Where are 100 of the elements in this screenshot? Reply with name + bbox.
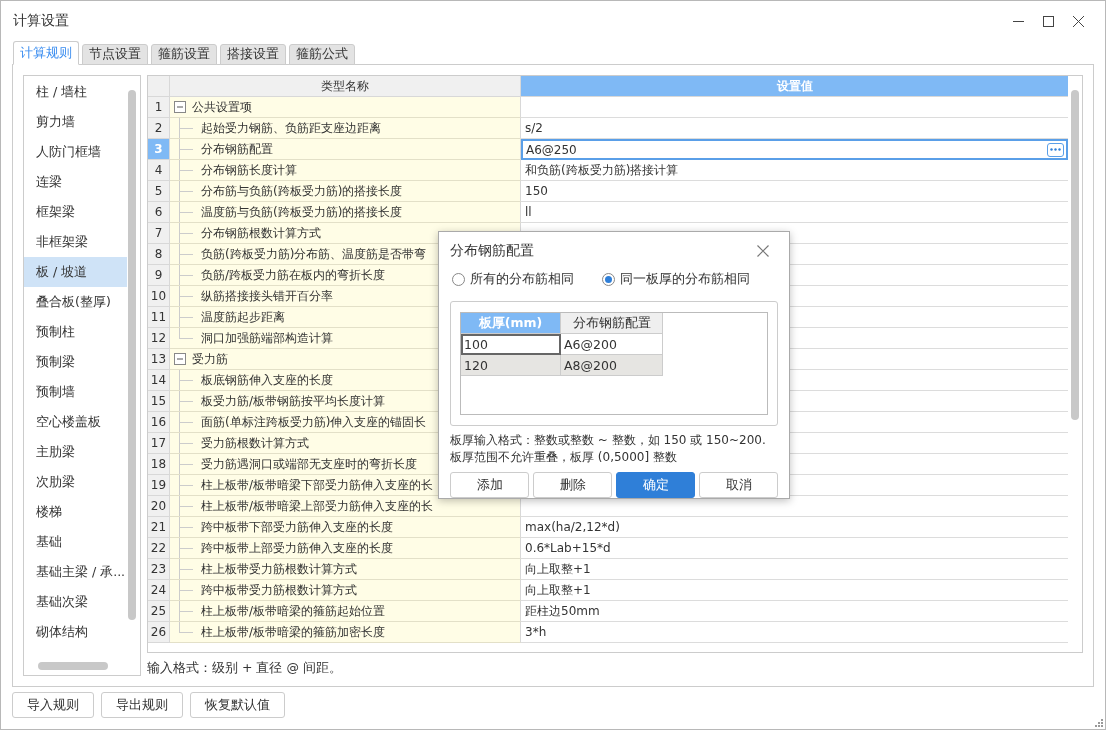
setting-value[interactable]: 和负筋(跨板受力筋)搭接计算 xyxy=(525,161,679,179)
row-number: 6 xyxy=(148,202,170,223)
row-number: 21 xyxy=(148,517,170,538)
tab[interactable]: 节点设置 xyxy=(82,44,148,65)
grid-cell[interactable]: 100 xyxy=(461,334,561,355)
row-number: 10 xyxy=(148,286,170,307)
column-header: 类型名称 xyxy=(170,76,521,97)
row-number: 11 xyxy=(148,307,170,328)
category-item[interactable]: 连梁 xyxy=(24,167,127,197)
category-item[interactable]: 框架梁 xyxy=(24,197,127,227)
setting-name: 面筋(单标注跨板受力筋)伸入支座的锚固长 xyxy=(201,413,427,431)
setting-name: 洞口加强筋端部构造计算 xyxy=(201,329,333,347)
dialog-button[interactable]: 添加 xyxy=(450,472,529,498)
category-item[interactable]: 空心楼盖板 xyxy=(24,407,127,437)
category-item[interactable]: 基础次梁 xyxy=(24,587,127,617)
category-item[interactable]: 预制墙 xyxy=(24,377,127,407)
setting-value[interactable]: 距柱边50mm xyxy=(525,602,600,620)
row-number: 7 xyxy=(148,223,170,244)
action-button[interactable]: 导出规则 xyxy=(101,692,183,718)
category-item[interactable]: 剪力墙 xyxy=(24,107,127,137)
scrollbar-thumb[interactable] xyxy=(38,662,108,670)
row-number: 17 xyxy=(148,433,170,454)
setting-name: 受力筋遇洞口或端部无支座时的弯折长度 xyxy=(201,455,417,473)
category-item[interactable]: 砌体结构 xyxy=(24,617,127,647)
setting-name: 跨中板带上部受力筋伸入支座的长度 xyxy=(201,539,393,557)
row-number: 9 xyxy=(148,265,170,286)
group-name: 受力筋 xyxy=(192,350,228,368)
close-icon[interactable] xyxy=(1072,15,1084,27)
setting-name: 温度筋与负筋(跨板受力筋)的搭接长度 xyxy=(201,203,403,221)
ellipsis-icon[interactable] xyxy=(1050,148,1061,151)
scrollbar-thumb[interactable] xyxy=(128,90,136,620)
column-header: 分布钢筋配置 xyxy=(561,313,663,334)
setting-value[interactable]: 向上取整+1 xyxy=(525,581,591,599)
radio-button[interactable] xyxy=(602,272,615,286)
tab[interactable]: 箍筋设置 xyxy=(151,44,217,65)
category-item[interactable]: 柱 / 墙柱 xyxy=(24,77,127,107)
column-header: 设置值 xyxy=(521,76,1068,97)
setting-value[interactable]: 0.6*Lab+15*d xyxy=(525,541,611,555)
category-item[interactable]: 基础主梁 / 承... xyxy=(24,557,127,587)
setting-name: 柱上板带受力筋根数计算方式 xyxy=(201,560,357,578)
tab[interactable]: 搭接设置 xyxy=(220,44,286,65)
dialog-button[interactable]: 取消 xyxy=(699,472,778,498)
row-number: 13 xyxy=(148,349,170,370)
grid-cell[interactable]: A8@200 xyxy=(561,355,663,376)
radio-button[interactable] xyxy=(452,272,465,286)
category-item[interactable]: 预制梁 xyxy=(24,347,127,377)
row-number: 22 xyxy=(148,538,170,559)
setting-value[interactable]: 3*h xyxy=(525,625,547,639)
row-number: 3 xyxy=(148,139,170,160)
row-number: 26 xyxy=(148,622,170,643)
category-item[interactable]: 人防门框墙 xyxy=(24,137,127,167)
setting-value[interactable]: ll xyxy=(525,205,532,219)
setting-value[interactable]: 150 xyxy=(525,184,548,198)
row-number: 19 xyxy=(148,475,170,496)
dialog-title: 分布钢筋配置 xyxy=(450,241,534,260)
setting-name: 起始受力钢筋、负筋距支座边距离 xyxy=(201,119,381,137)
action-button[interactable]: 恢复默认值 xyxy=(190,692,285,718)
row-number: 4 xyxy=(148,160,170,181)
radio-label[interactable]: 同一板厚的分布筋相同 xyxy=(620,270,750,288)
row-number: 16 xyxy=(148,412,170,433)
category-item[interactable]: 次肋梁 xyxy=(24,467,127,497)
scrollbar-thumb[interactable] xyxy=(1071,90,1079,420)
setting-name: 纵筋搭接接头错开百分率 xyxy=(201,287,333,305)
close-icon[interactable] xyxy=(757,244,769,257)
setting-value[interactable]: max(ha/2,12*d) xyxy=(525,520,620,534)
window-title: 计算设置 xyxy=(13,12,70,30)
category-item[interactable]: 基础 xyxy=(24,527,127,557)
radio-label[interactable]: 所有的分布筋相同 xyxy=(470,270,574,288)
dialog-button[interactable]: 确定 xyxy=(616,472,695,498)
resize-grip-icon[interactable] xyxy=(1095,719,1103,727)
category-item[interactable]: 叠合板(整厚) xyxy=(24,287,127,317)
category-item[interactable]: 非框架梁 xyxy=(24,227,127,257)
maximize-icon[interactable] xyxy=(1042,15,1054,27)
grid-cell[interactable]: A6@200 xyxy=(561,334,663,355)
setting-name: 跨中板带下部受力筋伸入支座的长度 xyxy=(201,518,393,536)
row-number: 12 xyxy=(148,328,170,349)
setting-name: 跨中板带受力筋根数计算方式 xyxy=(201,581,357,599)
category-item[interactable]: 楼梯 xyxy=(24,497,127,527)
action-button[interactable]: 导入规则 xyxy=(12,692,94,718)
row-number: 23 xyxy=(148,559,170,580)
category-item[interactable]: 主肋梁 xyxy=(24,437,127,467)
setting-value[interactable]: s/2 xyxy=(525,121,543,135)
grid-cell[interactable]: 120 xyxy=(461,355,561,376)
category-item[interactable]: 预制柱 xyxy=(24,317,127,347)
category-item[interactable]: 板 / 坡道 xyxy=(24,257,127,287)
setting-name: 分布钢筋根数计算方式 xyxy=(201,224,321,242)
row-number: 20 xyxy=(148,496,170,517)
collapse-icon[interactable] xyxy=(174,101,186,113)
dialog-button[interactable]: 删除 xyxy=(533,472,612,498)
collapse-icon[interactable] xyxy=(174,353,186,365)
setting-name: 柱上板带/板带暗梁下部受力筋伸入支座的长 xyxy=(201,476,434,494)
row-number: 18 xyxy=(148,454,170,475)
ellipsis-button[interactable] xyxy=(1047,142,1064,157)
setting-name: 温度筋起步距离 xyxy=(201,308,285,326)
setting-value[interactable]: A6@250 xyxy=(526,142,577,157)
setting-name: 分布钢筋长度计算 xyxy=(201,161,297,179)
tab[interactable]: 箍筋公式 xyxy=(289,44,355,65)
tab[interactable]: 计算规则 xyxy=(13,41,79,65)
setting-value[interactable]: 向上取整+1 xyxy=(525,560,591,578)
group-name: 公共设置项 xyxy=(192,98,252,116)
